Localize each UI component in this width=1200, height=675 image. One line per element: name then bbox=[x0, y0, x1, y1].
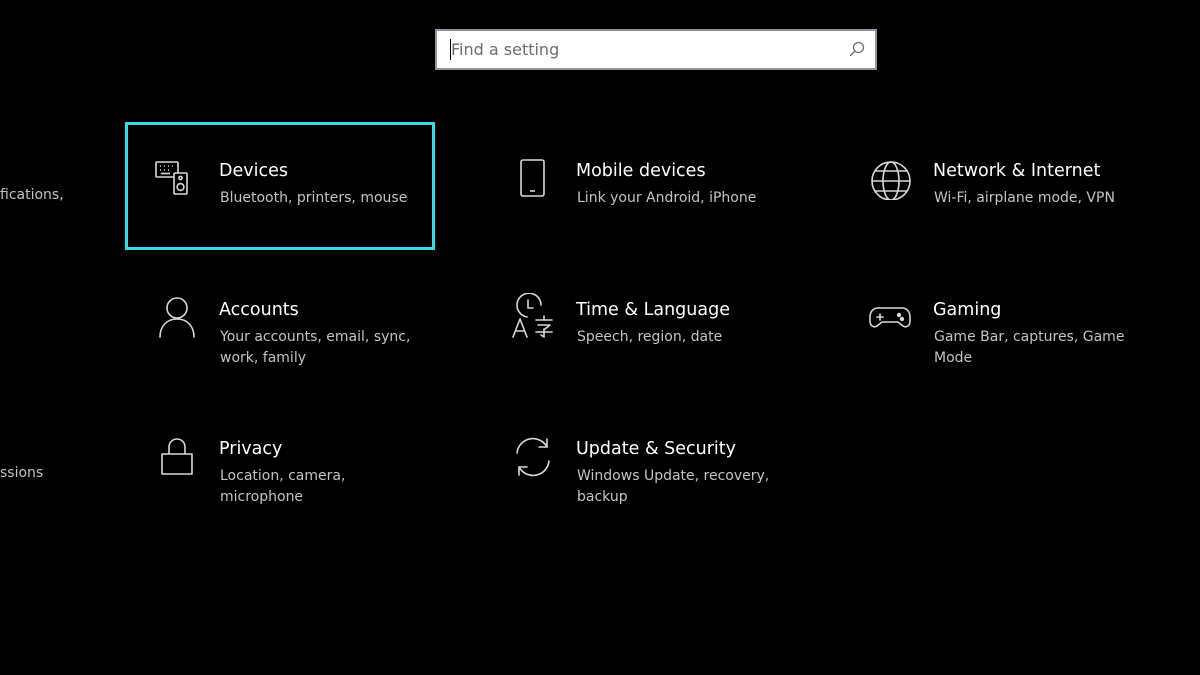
tile-description: Windows Update, recovery, backup bbox=[577, 468, 770, 505]
tile-title: Accounts bbox=[219, 300, 299, 320]
tile-description: Location, camera, microphone bbox=[220, 468, 346, 505]
tile-title: Time & Language bbox=[576, 300, 730, 320]
tile-title: Update & Security bbox=[576, 439, 737, 459]
search-icon[interactable] bbox=[848, 40, 866, 58]
tile-accounts[interactable]: Accounts Your accounts, email, sync, wor… bbox=[125, 261, 435, 389]
sync-icon bbox=[509, 432, 555, 478]
tile-description: Link your Android, iPhone bbox=[577, 190, 757, 206]
search-box[interactable] bbox=[435, 29, 877, 70]
time-language-icon bbox=[509, 293, 555, 339]
devices-icon bbox=[152, 154, 198, 200]
settings-home: fications, ssions Devices Bluetooth, pri… bbox=[0, 0, 1200, 675]
tile-description: Wi-Fi, airplane mode, VPN bbox=[934, 190, 1115, 206]
tile-description: Your accounts, email, sync, work, family bbox=[220, 329, 411, 366]
globe-icon bbox=[866, 154, 912, 200]
tile-network-internet[interactable]: Network & Internet Wi-Fi, airplane mode,… bbox=[839, 122, 1149, 250]
tile-mobile-devices[interactable]: Mobile devices Link your Android, iPhone bbox=[482, 122, 792, 250]
gamepad-icon bbox=[866, 293, 912, 339]
tile-title: Devices bbox=[219, 161, 288, 181]
tile-devices[interactable]: Devices Bluetooth, printers, mouse bbox=[125, 122, 435, 250]
tile-title: Gaming bbox=[933, 300, 1002, 320]
tile-description: Bluetooth, printers, mouse bbox=[220, 190, 408, 206]
clipped-tile-description-1: fications, bbox=[0, 187, 64, 203]
clipped-tile-description-2: ssions bbox=[0, 465, 44, 481]
tile-gaming[interactable]: Gaming Game Bar, captures, Game Mode bbox=[839, 261, 1149, 389]
tile-update-security[interactable]: Update & Security Windows Update, recove… bbox=[482, 400, 792, 528]
lock-icon bbox=[152, 432, 198, 478]
phone-icon bbox=[509, 154, 555, 200]
text-caret bbox=[450, 39, 451, 60]
tile-description: Speech, region, date bbox=[577, 329, 723, 345]
tile-title: Mobile devices bbox=[576, 161, 706, 181]
tile-description: Game Bar, captures, Game Mode bbox=[934, 329, 1125, 366]
tile-title: Privacy bbox=[219, 439, 283, 459]
person-icon bbox=[152, 293, 198, 339]
tile-privacy[interactable]: Privacy Location, camera, microphone bbox=[125, 400, 435, 528]
tile-title: Network & Internet bbox=[933, 161, 1101, 181]
tile-time-language[interactable]: Time & Language Speech, region, date bbox=[482, 261, 792, 389]
search-input[interactable] bbox=[437, 31, 837, 68]
